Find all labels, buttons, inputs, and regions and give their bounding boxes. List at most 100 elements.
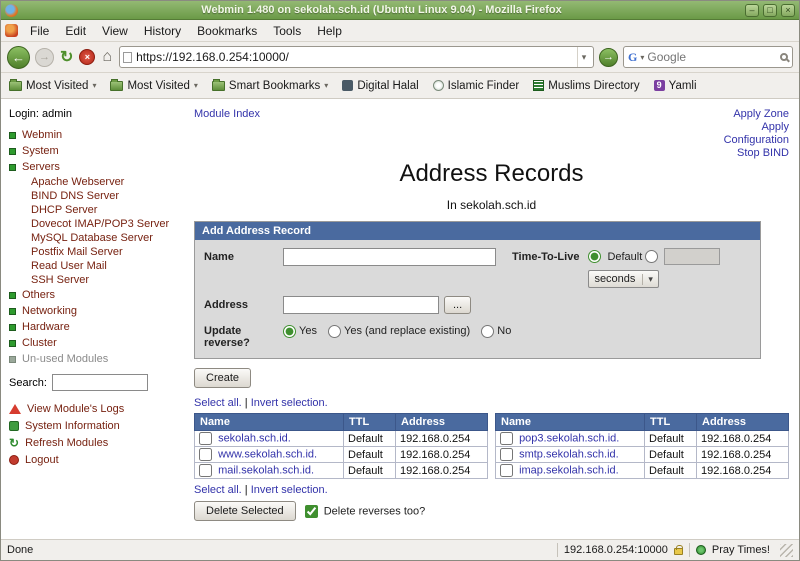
resize-grip[interactable] (780, 544, 793, 557)
sidebar-module-postfix[interactable]: Postfix Mail Server (9, 245, 188, 259)
update-yes-replace-option[interactable]: Yes (and replace existing) (328, 325, 470, 337)
update-yes-replace-radio[interactable] (328, 325, 341, 338)
stop-bind-link[interactable]: Stop BIND (737, 147, 789, 159)
sidebar-item-hardware[interactable]: Hardware (9, 319, 188, 335)
close-button[interactable]: × (781, 4, 795, 17)
forward-button[interactable]: → (35, 48, 54, 67)
record-checkbox[interactable] (500, 448, 513, 461)
sidebar-item-label[interactable]: Networking (22, 305, 77, 317)
record-name-link[interactable]: www.sekolah.sch.id. (218, 448, 317, 460)
sidebar-item-label[interactable]: Cluster (22, 337, 57, 349)
update-yes-option[interactable]: Yes (283, 325, 317, 337)
stop-button[interactable]: × (79, 49, 95, 65)
sidebar-module-ssh[interactable]: SSH Server (9, 273, 188, 287)
search-engine-dropdown-icon[interactable]: ▾ (640, 53, 644, 62)
refresh-modules-link[interactable]: ↻ Refresh Modules (9, 437, 188, 449)
apply-configuration-link[interactable]: Apply Configuration (724, 121, 789, 146)
record-name-link[interactable]: imap.sekolah.sch.id. (519, 464, 619, 476)
footer-link-label[interactable]: View Module's Logs (27, 403, 124, 415)
sidebar-item-cluster[interactable]: Cluster (9, 335, 188, 351)
record-checkbox[interactable] (500, 464, 513, 477)
sidebar-item-label[interactable]: Hardware (22, 321, 70, 333)
location-bar[interactable]: ▾ (119, 46, 594, 68)
sidebar-item-label[interactable]: Un-used Modules (22, 353, 108, 365)
sidebar-item-webmin[interactable]: Webmin (9, 127, 188, 143)
sidebar-item-others[interactable]: Others (9, 287, 188, 303)
home-icon[interactable]: ⌂ (100, 48, 114, 66)
sidebar-item-servers[interactable]: Servers (9, 159, 188, 175)
record-name-link[interactable]: mail.sekolah.sch.id. (218, 464, 314, 476)
module-index-link[interactable]: Module Index (194, 108, 260, 120)
go-button[interactable]: → (599, 48, 618, 67)
record-name-link[interactable]: sekolah.sch.id. (218, 432, 291, 444)
delete-selected-button[interactable]: Delete Selected (194, 501, 296, 521)
web-search-input[interactable] (647, 50, 777, 64)
menu-help[interactable]: Help (310, 21, 349, 41)
address-input[interactable] (283, 296, 439, 314)
address-browse-button[interactable]: ... (444, 296, 471, 314)
footer-link-label[interactable]: Refresh Modules (25, 437, 108, 449)
invert-selection-link[interactable]: Invert selection. (251, 484, 328, 496)
menu-bookmarks[interactable]: Bookmarks (190, 21, 264, 41)
record-checkbox[interactable] (199, 448, 212, 461)
delete-reverses-option[interactable]: Delete reverses too? (305, 505, 426, 518)
url-input[interactable] (136, 50, 573, 64)
menu-history[interactable]: History (137, 21, 188, 41)
module-link[interactable]: Dovecot IMAP/POP3 Server (31, 218, 169, 230)
bookmark-most-visited-2[interactable]: Most Visited ▾ (110, 80, 197, 92)
select-all-link[interactable]: Select all. (194, 397, 242, 409)
bookmark-smart-bookmarks[interactable]: Smart Bookmarks ▾ (212, 80, 328, 92)
sidebar-item-label[interactable]: System (22, 145, 59, 157)
footer-link-label[interactable]: Logout (25, 454, 59, 466)
logout-link[interactable]: Logout (9, 454, 188, 466)
minimize-button[interactable]: – (745, 4, 759, 17)
bookmark-digital-halal[interactable]: Digital Halal (342, 80, 418, 92)
select-all-link[interactable]: Select all. (194, 484, 242, 496)
sidebar-item-label[interactable]: Webmin (22, 129, 62, 141)
window-titlebar[interactable]: Webmin 1.480 on sekolah.sch.id (Ubuntu L… (1, 1, 799, 20)
record-checkbox[interactable] (199, 432, 212, 445)
menu-tools[interactable]: Tools (266, 21, 308, 41)
update-no-option[interactable]: No (481, 325, 511, 337)
ttl-units-select[interactable]: seconds ▾ (588, 270, 659, 288)
footer-link-label[interactable]: System Information (25, 420, 120, 432)
sidebar-item-system[interactable]: System (9, 143, 188, 159)
url-dropdown-icon[interactable]: ▾ (577, 47, 590, 67)
view-module-logs-link[interactable]: View Module's Logs (9, 403, 188, 415)
bookmark-muslims-directory[interactable]: Muslims Directory (533, 80, 639, 92)
update-no-radio[interactable] (481, 325, 494, 338)
record-checkbox[interactable] (199, 464, 212, 477)
sidebar-search-input[interactable] (52, 374, 148, 391)
module-link[interactable]: BIND DNS Server (31, 190, 119, 202)
module-link[interactable]: SSH Server (31, 274, 89, 286)
pray-times-label[interactable]: Pray Times! (712, 544, 770, 556)
record-checkbox[interactable] (500, 432, 513, 445)
maximize-button[interactable]: □ (763, 4, 777, 17)
reload-icon[interactable]: ↻ (59, 47, 74, 67)
apply-zone-link[interactable]: Apply Zone (733, 108, 789, 120)
create-button[interactable]: Create (194, 368, 251, 388)
sidebar-item-networking[interactable]: Networking (9, 303, 188, 319)
bookmark-islamic-finder[interactable]: Islamic Finder (433, 80, 520, 92)
ttl-custom-radio[interactable] (645, 250, 658, 263)
module-link[interactable]: DHCP Server (31, 204, 97, 216)
system-information-link[interactable]: System Information (9, 420, 188, 432)
update-yes-radio[interactable] (283, 325, 296, 338)
delete-reverses-checkbox[interactable] (305, 505, 318, 518)
menu-view[interactable]: View (95, 21, 135, 41)
bookmark-most-visited-1[interactable]: Most Visited ▾ (9, 80, 96, 92)
sidebar-item-label[interactable]: Others (22, 289, 55, 301)
module-link[interactable]: Read User Mail (31, 260, 107, 272)
module-link[interactable]: Apache Webserver (31, 176, 124, 188)
invert-selection-link[interactable]: Invert selection. (251, 397, 328, 409)
back-button[interactable]: ← (7, 46, 30, 69)
menu-file[interactable]: File (23, 21, 56, 41)
search-bar[interactable]: G ▾ (623, 46, 793, 68)
sidebar-module-apache[interactable]: Apache Webserver (9, 175, 188, 189)
sidebar-module-dovecot[interactable]: Dovecot IMAP/POP3 Server (9, 217, 188, 231)
menu-edit[interactable]: Edit (58, 21, 93, 41)
sidebar-module-dhcp[interactable]: DHCP Server (9, 203, 188, 217)
ttl-value-input[interactable] (664, 248, 720, 265)
name-input[interactable] (283, 248, 496, 266)
sidebar-item-unused-modules[interactable]: Un-used Modules (9, 351, 188, 367)
